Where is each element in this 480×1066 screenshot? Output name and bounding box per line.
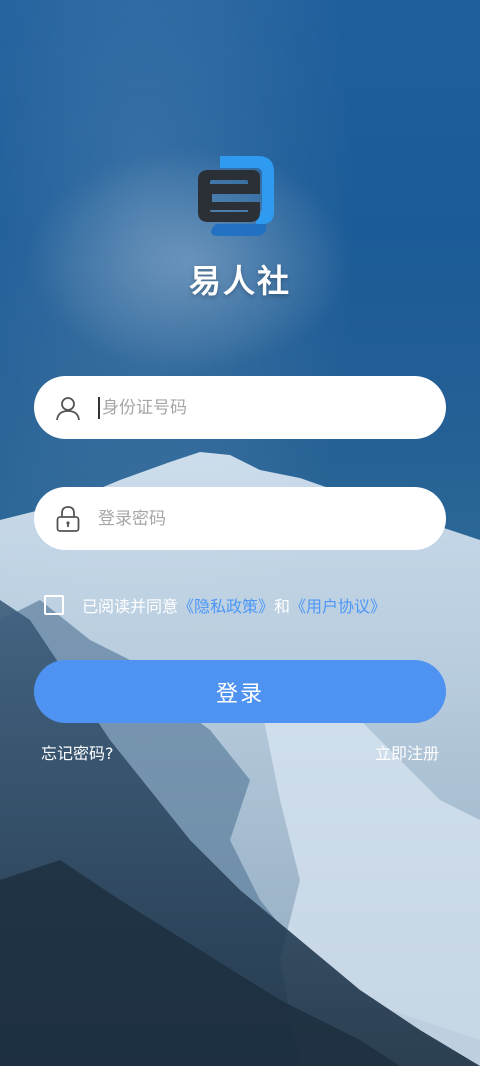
user-icon: [54, 394, 82, 422]
agreement-checkbox[interactable]: [44, 595, 64, 615]
agreement-row: 已阅读并同意 《隐私政策》 和 《用户协议》: [44, 593, 386, 617]
password-input[interactable]: [98, 508, 398, 529]
user-agreement-link[interactable]: 《用户协议》: [290, 593, 386, 617]
password-field[interactable]: [34, 487, 446, 550]
privacy-policy-link[interactable]: 《隐私政策》: [178, 593, 274, 617]
text-caret: [98, 396, 100, 419]
agreement-conjunction: 和: [274, 597, 291, 616]
id-number-input[interactable]: [102, 397, 402, 418]
lock-icon: [54, 505, 82, 533]
agreement-prefix: 已阅读并同意: [82, 597, 179, 616]
app-name: 易人社: [188, 262, 291, 300]
login-screen: 易人社 已阅读并同意 《隐私政策》 和 《用户协议》: [0, 0, 480, 1066]
login-button[interactable]: 登录: [34, 660, 446, 723]
id-number-field[interactable]: [34, 376, 446, 439]
app-logo: [198, 156, 274, 236]
forgot-password-link[interactable]: 忘记密码?: [41, 740, 114, 764]
register-link[interactable]: 立即注册: [375, 740, 439, 764]
